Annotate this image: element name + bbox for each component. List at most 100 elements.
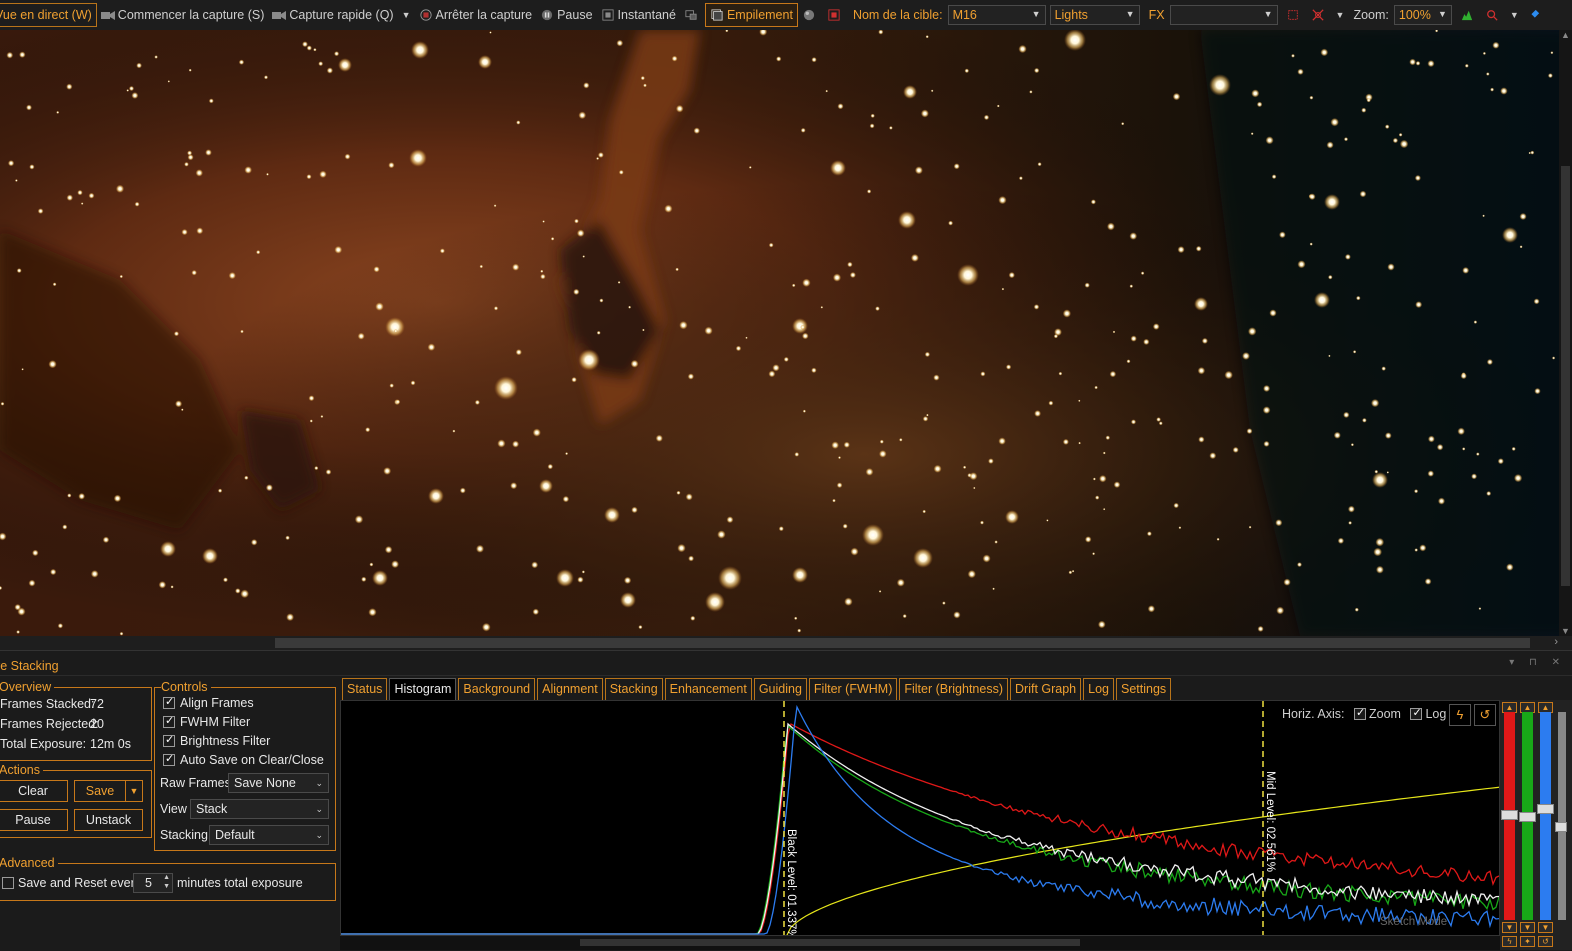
zoom-tool-button[interactable] <box>1481 3 1506 27</box>
star <box>26 104 32 111</box>
target-icon-button[interactable] <box>823 3 848 27</box>
star <box>1324 194 1340 210</box>
roi-button[interactable] <box>1282 3 1307 27</box>
star <box>1419 544 1427 552</box>
fx-select[interactable]: ▼ <box>1169 5 1278 25</box>
tab-log[interactable]: Log <box>1083 678 1114 700</box>
auto-stretch-icon[interactable]: ϟ <box>1449 704 1471 726</box>
green-down-icon[interactable]: ▼ <box>1520 922 1535 933</box>
sphere-icon <box>803 9 815 21</box>
star <box>768 370 776 378</box>
scroll-right-icon[interactable]: › <box>1554 636 1558 648</box>
save-button[interactable]: Save <box>74 780 126 802</box>
star <box>838 456 841 460</box>
star <box>1029 90 1033 94</box>
tab-background[interactable]: Background <box>458 678 536 700</box>
tab-alignment[interactable]: Alignment <box>537 678 603 700</box>
clear-button[interactable]: Clear <box>0 780 68 802</box>
tab-filter-brightness[interactable]: Filter (Brightness) <box>899 678 1008 700</box>
green-slider[interactable] <box>1519 712 1536 920</box>
tab-status[interactable]: Status <box>342 678 388 700</box>
star <box>623 576 632 585</box>
brightness-filter-checkbox[interactable] <box>163 733 175 747</box>
star <box>640 75 645 81</box>
tab-drift-graph[interactable]: Drift Graph <box>1010 678 1082 700</box>
star <box>80 202 84 205</box>
view-select[interactable]: Stack ⌄ <box>190 799 329 819</box>
green-slider-knob[interactable] <box>1519 812 1536 822</box>
tab-filter-fwhm[interactable]: Filter (FWHM) <box>808 678 898 700</box>
unstack-button[interactable]: Unstack <box>74 809 143 831</box>
save-options-button[interactable]: ▼ <box>125 780 143 802</box>
scrollbar-thumb[interactable] <box>580 939 1080 946</box>
target-name-select[interactable]: M16 ▼ <box>947 5 1046 25</box>
save-reset-checkbox[interactable] <box>2 877 14 889</box>
crosshair-button[interactable] <box>1307 3 1332 27</box>
live-view-button[interactable]: Vue en direct (W) <box>0 3 97 27</box>
zoom-checkbox[interactable] <box>1354 706 1366 720</box>
red-slider[interactable] <box>1501 712 1518 920</box>
pause-button[interactable]: Pause <box>536 3 596 27</box>
blue-slider-knob[interactable] <box>1537 804 1554 814</box>
stacking-select[interactable]: Default ⌄ <box>209 825 329 845</box>
star <box>1370 398 1380 408</box>
pin-button[interactable] <box>1523 3 1548 27</box>
tab-guiding[interactable]: Guiding <box>753 678 807 700</box>
tab-enhancement[interactable]: Enhancement <box>664 678 752 700</box>
tab-histogram[interactable]: Histogram <box>389 678 457 702</box>
stop-capture-button[interactable]: Arrêter la capture <box>415 3 537 27</box>
pause-stack-button[interactable]: Pause <box>0 809 68 831</box>
frame-type-select[interactable]: Lights ▼ <box>1049 5 1140 25</box>
star <box>338 58 352 72</box>
star-icon[interactable]: ✦ <box>1520 936 1535 947</box>
refresh-icon[interactable]: ↺ <box>1538 936 1553 947</box>
spinner-arrows-icon[interactable]: ▲ ▼ <box>163 873 170 891</box>
fwhm-filter-checkbox[interactable] <box>163 714 175 728</box>
histogram-scrollbar[interactable] <box>340 936 1500 950</box>
zoom-tool-dropdown-icon[interactable]: ▼ <box>1510 10 1519 20</box>
blue-down-icon[interactable]: ▼ <box>1538 922 1553 933</box>
tab-stacking[interactable]: Stacking <box>604 678 663 700</box>
lightning-icon[interactable]: ϟ <box>1502 936 1517 947</box>
log-checkbox[interactable] <box>1410 706 1423 720</box>
scroll-up-icon[interactable]: ▲ <box>1561 30 1570 40</box>
image-vertical-scrollbar[interactable]: ▲ ▼ <box>1559 30 1572 636</box>
scrollbar-thumb[interactable] <box>275 638 1530 648</box>
star <box>320 415 324 418</box>
image-horizontal-scrollbar[interactable]: › <box>0 636 1572 650</box>
quick-capture-dropdown-icon[interactable]: ▼ <box>402 10 411 20</box>
align-frames-checkbox[interactable] <box>163 695 175 709</box>
scroll-down-icon[interactable]: ▼ <box>1561 626 1570 636</box>
luminance-slider-knob[interactable] <box>1555 822 1567 832</box>
star <box>1348 521 1352 525</box>
panel-window-controls[interactable]: ▾ ⊓ ✕ <box>1509 657 1566 668</box>
star <box>459 487 466 494</box>
tab-settings[interactable]: Settings <box>1116 678 1172 700</box>
align-frames-label: Align Frames <box>180 696 254 710</box>
crosshair-dropdown-icon[interactable]: ▼ <box>1336 10 1345 20</box>
star <box>1283 578 1291 586</box>
luminance-slider[interactable] <box>1555 712 1567 920</box>
start-capture-button[interactable]: Commencer la capture (S) <box>97 3 269 27</box>
red-down-icon[interactable]: ▼ <box>1502 922 1517 933</box>
auto-save-checkbox[interactable] <box>163 752 175 766</box>
save-reset-minutes-input[interactable]: 5 ▲ ▼ <box>133 873 173 893</box>
star <box>516 120 521 125</box>
blue-slider[interactable] <box>1537 712 1554 920</box>
image-viewport[interactable] <box>0 30 1572 636</box>
reset-icon[interactable]: ↺ <box>1474 704 1496 726</box>
red-slider-knob[interactable] <box>1501 810 1518 820</box>
raw-frames-select[interactable]: Save None ⌄ <box>228 773 329 793</box>
star <box>1121 122 1125 126</box>
histogram-toggle-button[interactable] <box>1456 3 1481 27</box>
stacking-button[interactable]: Empilement <box>704 3 798 27</box>
star <box>1361 107 1367 113</box>
star <box>238 59 245 65</box>
zoom-select[interactable]: 100% ▼ <box>1393 5 1452 25</box>
histogram-plot[interactable]: Black Level: 01.337% Mid Level: 02.561% <box>340 700 1500 936</box>
sphere-button[interactable] <box>798 3 823 27</box>
snapshot-button[interactable]: Instantané <box>597 3 680 27</box>
display-settings-button[interactable] <box>680 3 705 27</box>
scrollbar-thumb[interactable] <box>1561 166 1570 586</box>
quick-capture-button[interactable]: Capture rapide (Q) <box>268 3 397 27</box>
